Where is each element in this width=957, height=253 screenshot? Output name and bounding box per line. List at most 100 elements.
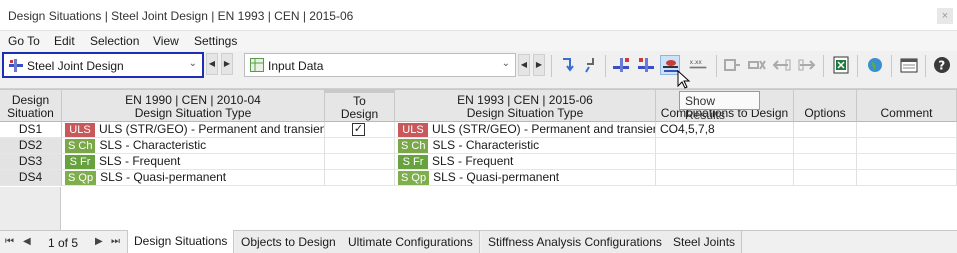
design-situations-table: Design Situation EN 1990 | CEN | 2010-04…: [0, 89, 957, 231]
ds-type-cell[interactable]: S Qp SLS - Quasi-permanent: [62, 170, 325, 186]
insert-row-icon[interactable]: [722, 55, 742, 75]
globe-icon[interactable]: [865, 55, 885, 75]
prev-module-button[interactable]: ◀: [206, 53, 218, 75]
ds-badge: S Qp: [398, 171, 430, 185]
options-cell[interactable]: [794, 170, 857, 186]
ds-type: SLS - Frequent: [432, 154, 514, 168]
ds-type-cell[interactable]: ULS ULS (STR/GEO) - Permanent and transie…: [62, 122, 325, 138]
module-select-label: Steel Joint Design: [27, 59, 124, 73]
col-header-en1993[interactable]: EN 1993 | CEN | 2015-06 Design Situation…: [395, 90, 656, 122]
options-cell[interactable]: [794, 138, 857, 154]
ds-type: SLS - Frequent: [99, 154, 181, 168]
col-header-design-situation[interactable]: Design Situation: [0, 90, 62, 122]
options-cell[interactable]: [794, 122, 857, 138]
xxx-icon[interactable]: x.xx: [688, 55, 712, 75]
ds-type: SLS - Quasi-permanent: [100, 170, 227, 184]
col-header-options[interactable]: Options: [794, 90, 857, 122]
ds-badge: ULS: [398, 123, 428, 137]
table-row[interactable]: DS3 S Fr SLS - Frequent S Fr SLS - Frequen…: [0, 154, 957, 170]
steel-joint-icon: [9, 59, 23, 72]
export-excel-icon[interactable]: [831, 55, 851, 75]
to-design-cell[interactable]: [325, 154, 395, 170]
col-header-comment[interactable]: Comment: [857, 90, 957, 122]
table-row[interactable]: DS4 S Qp SLS - Quasi-permanent S Qp SLS - …: [0, 170, 957, 186]
comment-cell[interactable]: [857, 138, 957, 154]
tab-objects-to-design[interactable]: Objects to Design: [235, 231, 343, 253]
bottom-bar: ⏮ ◀ 1 of 5 ▶ ⏭ Design Situations Objects…: [0, 230, 957, 253]
ds-badge: S Fr: [398, 155, 428, 169]
col-header-to-design[interactable]: To Design: [325, 90, 395, 122]
col-header-en1990[interactable]: EN 1990 | CEN | 2010-04 Design Situation…: [62, 90, 325, 122]
close-button[interactable]: ×: [937, 8, 953, 24]
next-table-button[interactable]: ▶: [533, 54, 545, 76]
ds-type-cell[interactable]: S Ch SLS - Characteristic: [395, 138, 656, 154]
move-right-icon[interactable]: [797, 55, 817, 75]
ds-type: SLS - Quasi-permanent: [433, 170, 560, 184]
comment-cell[interactable]: [857, 154, 957, 170]
ds-type-cell[interactable]: S Qp SLS - Quasi-permanent: [395, 170, 656, 186]
chevron-down-icon: ⌄: [188, 58, 197, 69]
ds-badge: S Qp: [65, 171, 97, 185]
to-design-cell[interactable]: [325, 138, 395, 154]
svg-text:?: ?: [938, 59, 945, 73]
ds-id: DS2: [0, 138, 62, 154]
ds-type-cell[interactable]: ULS ULS (STR/GEO) - Permanent and transie…: [395, 122, 656, 138]
prev-page-icon[interactable]: ◀: [23, 236, 31, 247]
ds-badge: S Ch: [398, 139, 429, 153]
comment-cell[interactable]: [857, 122, 957, 138]
ds-badge: S Ch: [65, 139, 96, 153]
tooltip: Show Results: [679, 91, 760, 122]
design-joint-2-icon[interactable]: [636, 55, 656, 75]
settings-table-icon[interactable]: [899, 55, 919, 75]
delete-row-icon[interactable]: [747, 55, 767, 75]
prev-table-button[interactable]: ◀: [518, 54, 530, 76]
table-select-label: Input Data: [268, 59, 324, 73]
mouse-cursor-icon: [677, 70, 691, 89]
first-page-icon[interactable]: ⏮: [5, 236, 14, 247]
tab-stiffness-analysis-configurations[interactable]: Stiffness Analysis Configurations: [482, 231, 669, 253]
combinations-cell[interactable]: [656, 138, 794, 154]
ds-type-cell[interactable]: S Ch SLS - Characteristic: [62, 138, 325, 154]
combinations-cell[interactable]: CO4,5,7,8: [656, 122, 794, 138]
page-indicator: 1 of 5: [48, 236, 79, 250]
last-page-icon[interactable]: ⏭: [111, 236, 120, 247]
menu-settings[interactable]: Settings: [194, 34, 237, 48]
menu-goto[interactable]: Go To: [8, 34, 40, 48]
menu-edit[interactable]: Edit: [54, 34, 75, 48]
to-design-cell[interactable]: [325, 170, 395, 186]
ds-type: SLS - Characteristic: [432, 138, 540, 152]
comment-cell[interactable]: [857, 170, 957, 186]
next-page-icon[interactable]: ▶: [95, 236, 103, 247]
menu-selection[interactable]: Selection: [90, 34, 139, 48]
design-joint-icon[interactable]: [611, 55, 631, 75]
table-row[interactable]: DS2 S Ch SLS - Characteristic S Ch SLS - C…: [0, 138, 957, 154]
next-module-button[interactable]: ▶: [221, 53, 233, 75]
menu-bar: Go To Edit Selection View Settings: [0, 31, 957, 51]
menu-view[interactable]: View: [153, 34, 179, 48]
pick-icon[interactable]: [581, 55, 601, 75]
ds-type-cell[interactable]: S Fr SLS - Frequent: [395, 154, 656, 170]
combinations-cell[interactable]: [656, 154, 794, 170]
ds-type: SLS - Characteristic: [99, 138, 207, 152]
ds-badge: ULS: [65, 123, 95, 137]
tab-steel-joints[interactable]: Steel Joints: [667, 231, 743, 253]
table-row[interactable]: DS1 ULS ULS (STR/GEO) - Permanent and tra…: [0, 122, 957, 138]
ds-type-cell[interactable]: S Fr SLS - Frequent: [62, 154, 325, 170]
ds-id: DS3: [0, 154, 62, 170]
to-design-checkbox[interactable]: ✓: [352, 123, 365, 136]
tab-design-situations[interactable]: Design Situations: [127, 230, 235, 253]
jump-to-icon[interactable]: [558, 55, 578, 75]
ds-id: DS1: [0, 122, 62, 138]
table-select[interactable]: Input Data ⌄: [244, 53, 516, 77]
svg-text:x.xx: x.xx: [690, 60, 703, 66]
tab-ultimate-configurations[interactable]: Ultimate Configurations: [342, 231, 480, 253]
combinations-cell[interactable]: [656, 170, 794, 186]
ds-id: DS4: [0, 170, 62, 186]
ds-type: ULS (STR/GEO) - Permanent and transient.…: [99, 122, 325, 136]
move-left-icon[interactable]: [772, 55, 792, 75]
options-cell[interactable]: [794, 154, 857, 170]
module-select[interactable]: Steel Joint Design ⌄: [2, 52, 204, 78]
to-design-cell[interactable]: ✓: [325, 122, 395, 138]
toolbar: Steel Joint Design ⌄ ◀ ▶ Input Data ⌄ ◀ …: [0, 51, 957, 89]
help-icon[interactable]: ?: [932, 55, 952, 75]
